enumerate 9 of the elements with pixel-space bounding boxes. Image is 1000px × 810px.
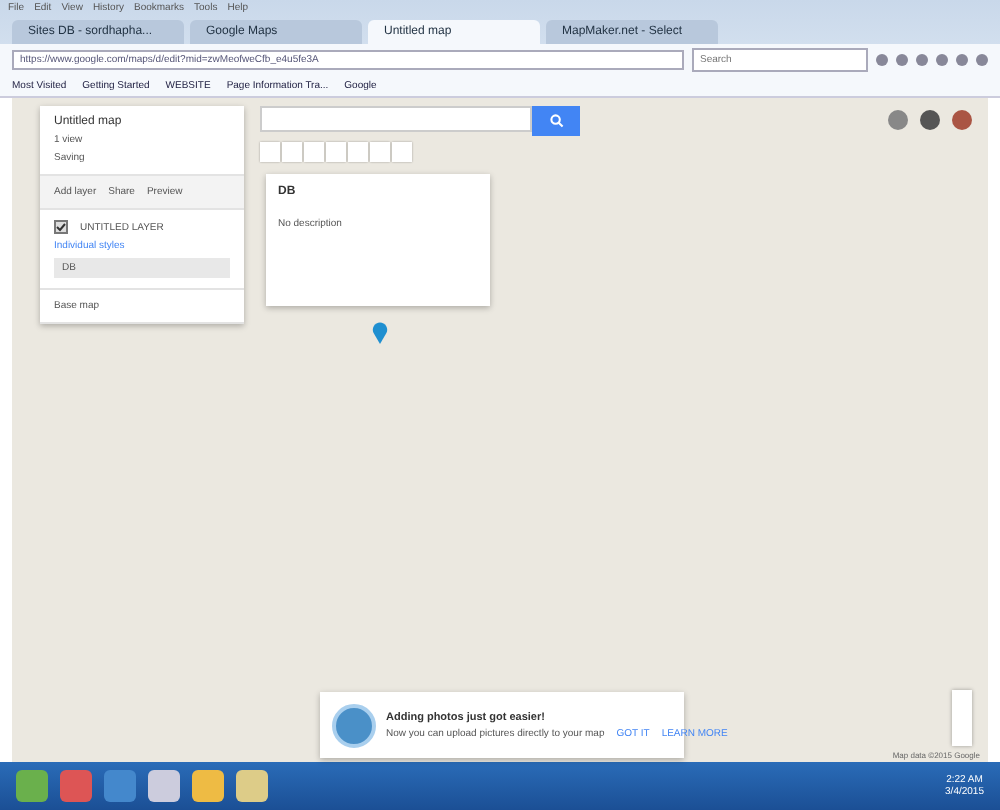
- search-icon: [549, 114, 563, 128]
- search-button[interactable]: [532, 106, 580, 136]
- layer-checkbox[interactable]: [54, 220, 68, 234]
- taskbar-app-icon[interactable]: [148, 770, 180, 802]
- taskbar-app-icon[interactable]: [236, 770, 268, 802]
- map-search-field[interactable]: [260, 106, 532, 132]
- taskbar-app-icon[interactable]: [192, 770, 224, 802]
- map-marker-icon: [372, 322, 388, 344]
- account-avatar[interactable]: [952, 110, 972, 130]
